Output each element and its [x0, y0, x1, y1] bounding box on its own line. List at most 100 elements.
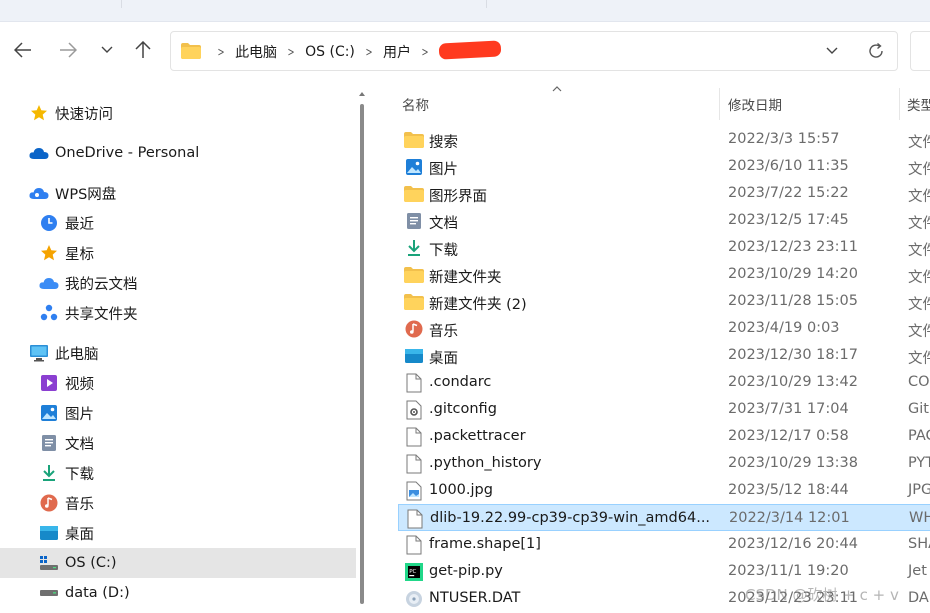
- sidebar-item-onedrive[interactable]: OneDrive - Personal: [0, 139, 356, 167]
- sidebar-item-desktop[interactable]: 桌面: [0, 519, 356, 547]
- cloud-icon: [29, 143, 49, 163]
- column-divider[interactable]: [899, 88, 900, 120]
- wps-cloud-icon: [29, 183, 49, 203]
- file-name: .gitconfig: [429, 401, 497, 417]
- file-row[interactable]: dlib-19.22.99-cp39-cp39-win_amd64... 2022…: [398, 504, 930, 531]
- address-bar[interactable]: > 此电脑 > OS (C:) > 用户 >: [170, 31, 898, 71]
- sidebar-item-data-d[interactable]: data (D:): [0, 579, 356, 607]
- breadcrumb-this-pc[interactable]: 此电脑: [235, 42, 277, 62]
- file-icon: [404, 535, 424, 555]
- file-row[interactable]: 1000.jpg 2023/5/12 18:44 JPG: [398, 477, 930, 504]
- sidebar-item-recent[interactable]: 最近: [0, 209, 356, 237]
- search-box[interactable]: [910, 31, 930, 71]
- file-row[interactable]: frame.shape[1] 2023/12/16 20:44 SHA: [398, 531, 930, 558]
- forward-button[interactable]: [54, 35, 82, 65]
- chevron-right-icon[interactable]: >: [288, 45, 295, 59]
- file-row[interactable]: 搜索 2022/3/3 15:57 文件: [398, 126, 930, 153]
- file-row[interactable]: 新建文件夹 2023/10/29 14:20 文件: [398, 261, 930, 288]
- file-row[interactable]: .python_history 2023/10/29 13:38 PYT: [398, 450, 930, 477]
- sidebar-item-documents[interactable]: 文档: [0, 429, 356, 457]
- sidebar-item-starred[interactable]: 星标: [0, 239, 356, 267]
- file-name: .packettracer: [429, 428, 526, 444]
- column-header-date[interactable]: 修改日期: [728, 94, 782, 114]
- document-icon: [39, 433, 59, 453]
- file-name: frame.shape[1]: [429, 536, 541, 552]
- desktop-icon: [404, 346, 424, 366]
- document-icon: [404, 211, 424, 231]
- sidebar-item-label: 星标: [65, 246, 94, 263]
- file-modified-date: 2023/12/17 0:58: [728, 428, 849, 444]
- file-name: 下载: [429, 243, 458, 259]
- scrollbar-thumb[interactable]: [360, 104, 364, 604]
- music-icon: [404, 319, 424, 339]
- file-modified-date: 2023/10/29 13:42: [728, 374, 858, 390]
- sidebar-item-pictures[interactable]: 图片: [0, 399, 356, 427]
- sidebar-item-videos[interactable]: 视频: [0, 369, 356, 397]
- file-modified-date: 2023/12/16 20:44: [728, 536, 858, 552]
- file-type: 文件: [908, 351, 930, 367]
- chevron-right-icon[interactable]: >: [421, 45, 428, 59]
- file-row[interactable]: PC get-pip.py 2023/11/1 19:20 Jet: [398, 558, 930, 585]
- sidebar-item-wps-drive[interactable]: WPS网盘: [0, 179, 356, 207]
- breadcrumb-os-c[interactable]: OS (C:): [305, 44, 355, 60]
- recent-locations-button[interactable]: [93, 35, 121, 65]
- sidebar-item-label: 最近: [65, 216, 94, 233]
- folder-icon: [404, 184, 424, 204]
- sidebar-item-label: OneDrive - Personal: [55, 145, 200, 161]
- star-icon: [29, 103, 49, 123]
- video-icon: [39, 373, 59, 393]
- chevron-right-icon: >: [217, 45, 225, 59]
- sidebar-item-label: 共享文件夹: [65, 306, 138, 323]
- up-button[interactable]: [129, 35, 157, 65]
- sidebar-item-my-cloud-docs[interactable]: 我的云文档: [0, 269, 356, 297]
- file-row[interactable]: 图形界面 2023/7/22 15:22 文件: [398, 180, 930, 207]
- folder-icon: [181, 43, 201, 59]
- file-type: WH: [909, 510, 930, 526]
- file-name: get-pip.py: [429, 563, 503, 579]
- chevron-right-icon[interactable]: >: [365, 45, 372, 59]
- file-row[interactable]: 桌面 2023/12/30 18:17 文件: [398, 342, 930, 369]
- file-row[interactable]: .packettracer 2023/12/17 0:58 PAC: [398, 423, 930, 450]
- file-row[interactable]: 图片 2023/6/10 11:35 文件: [398, 153, 930, 180]
- sidebar-item-music[interactable]: 音乐: [0, 489, 356, 517]
- file-row[interactable]: .gitconfig 2023/7/31 17:04 Git: [398, 396, 930, 423]
- file-modified-date: 2023/12/23 23:11: [728, 239, 858, 255]
- file-type: PAC: [908, 428, 930, 444]
- file-name: 搜索: [429, 135, 458, 151]
- sidebar-item-this-pc[interactable]: 此电脑: [0, 339, 356, 367]
- sidebar-item-label: data (D:): [65, 585, 130, 601]
- share-icon: [39, 303, 59, 323]
- file-row[interactable]: 文档 2023/12/5 17:45 文件: [398, 207, 930, 234]
- refresh-icon[interactable]: [867, 42, 885, 60]
- file-row[interactable]: 新建文件夹 (2) 2023/11/28 15:05 文件: [398, 288, 930, 315]
- gear-file-icon: [404, 400, 424, 420]
- navigation-bar: > 此电脑 > OS (C:) > 用户 >: [0, 22, 930, 84]
- sidebar-scrollbar[interactable]: [358, 88, 366, 613]
- file-row[interactable]: 下载 2023/12/23 23:11 文件: [398, 234, 930, 261]
- file-modified-date: 2023/10/29 13:38: [728, 455, 858, 471]
- column-divider[interactable]: [719, 88, 720, 120]
- breadcrumb-users[interactable]: 用户: [383, 42, 411, 62]
- sidebar-item-label: 快速访问: [55, 106, 113, 123]
- column-header-type[interactable]: 类型: [907, 94, 930, 114]
- file-row[interactable]: .condarc 2023/10/29 13:42 CO: [398, 369, 930, 396]
- sidebar-item-quick-access[interactable]: 快速访问: [0, 99, 356, 127]
- system-file-icon: [404, 589, 424, 609]
- file-row[interactable]: 音乐 2023/4/19 0:03 文件: [398, 315, 930, 342]
- file-type: PYT: [908, 455, 930, 471]
- chevron-down-icon[interactable]: [825, 44, 839, 58]
- folder-icon: [404, 130, 424, 150]
- scroll-up-icon[interactable]: [358, 90, 366, 98]
- sidebar-item-downloads[interactable]: 下载: [0, 459, 356, 487]
- back-button[interactable]: [9, 35, 37, 65]
- file-modified-date: 2023/7/31 17:04: [728, 401, 849, 417]
- file-type: 文件: [908, 162, 930, 178]
- file-icon: [405, 509, 425, 529]
- column-header-name[interactable]: 名称: [402, 94, 429, 114]
- file-name: 文档: [429, 216, 458, 232]
- sidebar-item-shared-folder[interactable]: 共享文件夹: [0, 299, 356, 327]
- file-name: 图形界面: [429, 189, 487, 205]
- sidebar-item-os-c[interactable]: OS (C:): [0, 548, 356, 578]
- arrow-left-icon: [14, 42, 31, 58]
- file-modified-date: 2023/11/28 15:05: [728, 293, 858, 309]
